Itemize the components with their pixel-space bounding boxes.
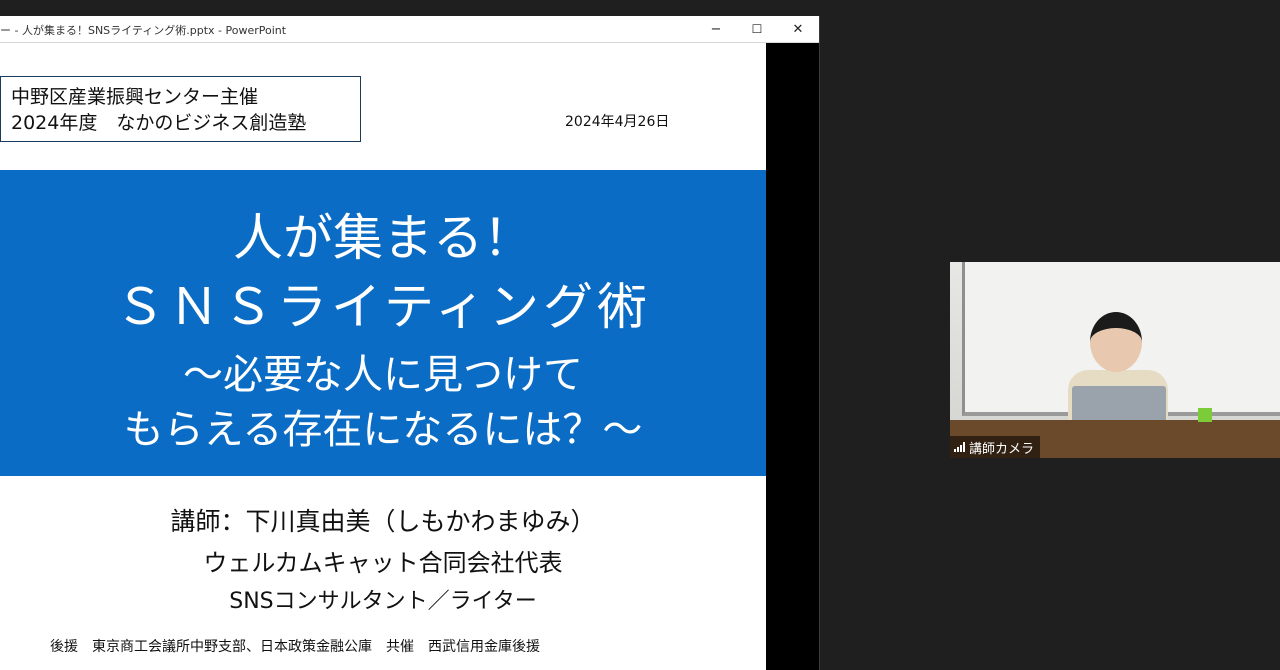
close-button[interactable]: ✕ bbox=[778, 16, 818, 42]
instructor-camera-feed[interactable]: 講師カメラ bbox=[950, 262, 1280, 458]
presenter-company: ウェルカムキャット合同会社代表 bbox=[203, 549, 563, 577]
camera-label: 講師カメラ bbox=[950, 436, 1041, 458]
powerpoint-window: ー - 人が集まる！SNSライティング術.pptx - PowerPoint −… bbox=[0, 16, 820, 670]
window-title: ー - 人が集まる！SNSライティング術.pptx - PowerPoint bbox=[0, 24, 287, 37]
support-line: 後援 東京商工会議所中野支部、日本政策金融公庫 共催 西武信用金庫後援 bbox=[50, 639, 540, 655]
subtitle-line-1: ～必要な人に見つけて bbox=[183, 352, 583, 398]
cup bbox=[1198, 408, 1212, 422]
title-bar[interactable]: ー - 人が集まる！SNSライティング術.pptx - PowerPoint −… bbox=[0, 16, 819, 43]
minimize-button[interactable]: − bbox=[696, 16, 736, 42]
presenter-head bbox=[1090, 312, 1142, 372]
slide: 中野区産業振興センター主催 2024年度 なかのビジネス創造塾 2024年4月2… bbox=[0, 43, 766, 670]
subtitle-line-2: もらえる存在になるには？～ bbox=[123, 407, 643, 453]
signal-bars-icon bbox=[954, 442, 965, 452]
presenter-role: SNSコンサルタント／ライター bbox=[229, 589, 537, 614]
camera-label-text: 講師カメラ bbox=[969, 441, 1035, 457]
presenter-name: 講師：下川真由美（しもかわまゆみ） bbox=[170, 507, 596, 536]
organizer-line-2: 2024年度 なかのビジネス創造塾 bbox=[11, 112, 307, 134]
organizer-line-1: 中野区産業振興センター主催 bbox=[11, 86, 259, 108]
title-banner: 人が集まる！ ＳＮＳライティング術 ～必要な人に見つけて もらえる存在になるには… bbox=[0, 170, 766, 476]
title-line-2: ＳＮＳライティング術 bbox=[115, 278, 651, 336]
title-line-1: 人が集まる！ bbox=[233, 209, 533, 267]
slide-date: 2024年4月26日 bbox=[565, 114, 670, 130]
organizer-box: 中野区産業振興センター主催 2024年度 なかのビジネス創造塾 bbox=[0, 76, 361, 142]
maximize-button[interactable]: ☐ bbox=[737, 16, 777, 42]
